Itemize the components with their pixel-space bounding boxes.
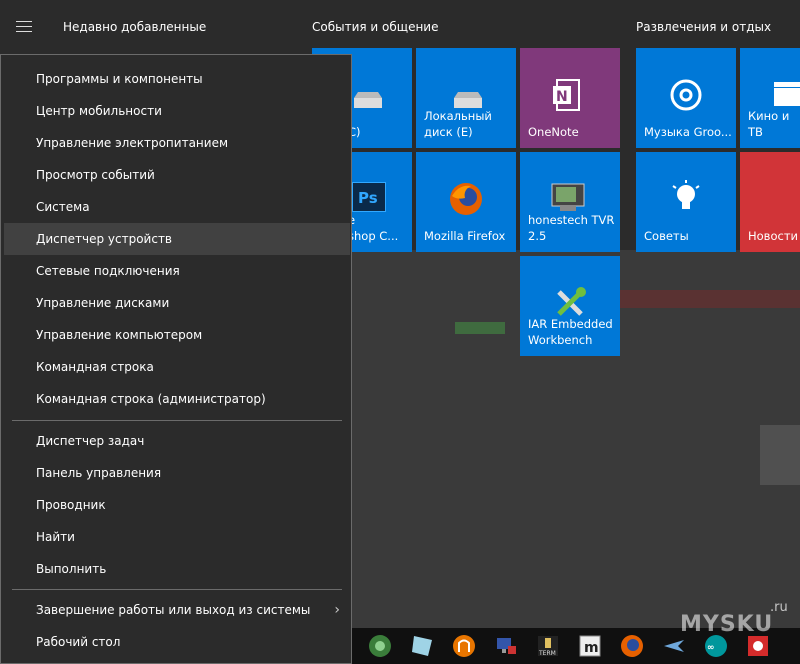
tvr-icon [550, 182, 586, 216]
svg-text:Ps: Ps [358, 189, 378, 207]
menu-item-event-viewer[interactable]: Просмотр событий [4, 159, 350, 191]
app-m-icon[interactable]: m [578, 634, 602, 658]
hamburger-menu-icon[interactable] [16, 21, 32, 33]
background-block [760, 425, 800, 485]
menu-separator [12, 420, 342, 421]
menu-item-disk-management[interactable]: Управление дисками [4, 287, 350, 319]
drive-icon [352, 92, 384, 114]
tile-tips[interactable]: Советы [636, 152, 736, 252]
tile-iar-workbench[interactable]: IAR Embedded Workbench [520, 256, 620, 356]
menu-item-programs[interactable]: Программы и компоненты [4, 63, 350, 95]
tile-movies-tv[interactable]: Кино и ТВ [740, 48, 800, 148]
watermark-suffix: .ru [770, 600, 788, 615]
menu-item-command-prompt[interactable]: Командная строка [4, 351, 350, 383]
menu-item-control-panel[interactable]: Панель управления [4, 457, 350, 489]
background-strip [620, 290, 800, 308]
firefox-icon [416, 182, 516, 220]
tile-onenote[interactable]: N OneNote [520, 48, 620, 148]
svg-text:TERM: TERM [538, 650, 556, 657]
background-strip [455, 322, 505, 334]
menu-item-shutdown-signout[interactable]: Завершение работы или выход из системы › [4, 594, 350, 626]
menu-item-device-manager[interactable]: Диспетчер устройств [4, 223, 350, 255]
network-monitor-icon[interactable] [494, 634, 518, 658]
tile-firefox[interactable]: Mozilla Firefox [416, 152, 516, 252]
menu-item-explorer[interactable]: Проводник [4, 489, 350, 521]
winx-context-menu: Программы и компоненты Центр мобильности… [0, 54, 352, 664]
arduino-app-icon[interactable]: ∞ [704, 634, 728, 658]
group-title-social: События и общение [312, 20, 439, 34]
svg-text:m: m [584, 640, 599, 656]
red-app-icon[interactable] [746, 634, 770, 658]
menu-separator [12, 589, 342, 590]
photoshop-icon: Ps [351, 181, 387, 216]
tile-honestech-tvr[interactable]: honestech TVR 2.5 [520, 152, 620, 252]
menu-item-desktop[interactable]: Рабочий стол [4, 626, 350, 658]
firefox-taskbar-icon[interactable] [620, 634, 644, 658]
media-app-icon[interactable] [452, 634, 476, 658]
menu-item-network-connections[interactable]: Сетевые подключения [4, 255, 350, 287]
arrow-app-icon[interactable] [662, 634, 686, 658]
terminal-app-icon[interactable]: TERM [536, 634, 560, 658]
notepad-app-icon[interactable] [410, 634, 434, 658]
menu-item-search[interactable]: Найти [4, 521, 350, 553]
svg-text:N: N [556, 89, 568, 105]
menu-item-power-options[interactable]: Управление электропитанием [4, 127, 350, 159]
tile-groove-music[interactable]: Музыка Groo... [636, 48, 736, 148]
watermark-logo: MYSKU [680, 612, 774, 637]
menu-item-run[interactable]: Выполнить [4, 553, 350, 585]
menu-item-task-manager[interactable]: Диспетчер задач [4, 425, 350, 457]
chevron-right-icon: › [334, 602, 340, 618]
tips-bulb-icon [636, 180, 736, 220]
groove-music-icon [636, 78, 736, 116]
menu-item-command-prompt-admin[interactable]: Командная строка (администратор) [4, 383, 350, 415]
group-title-entertainment: Развлечения и отдых [636, 20, 772, 34]
network-app-icon[interactable] [368, 634, 392, 658]
menu-item-computer-management[interactable]: Управление компьютером [4, 319, 350, 351]
menu-item-label: Завершение работы или выход из системы [36, 603, 311, 617]
recently-added-title: Недавно добавленные [63, 20, 207, 34]
tile-local-disk-e[interactable]: Локальный диск (E) [416, 48, 516, 148]
tile-news[interactable]: Новости [740, 152, 800, 252]
onenote-icon: N [520, 78, 620, 116]
svg-text:∞: ∞ [707, 643, 715, 653]
menu-item-mobility-center[interactable]: Центр мобильности [4, 95, 350, 127]
menu-item-system[interactable]: Система [4, 191, 350, 223]
